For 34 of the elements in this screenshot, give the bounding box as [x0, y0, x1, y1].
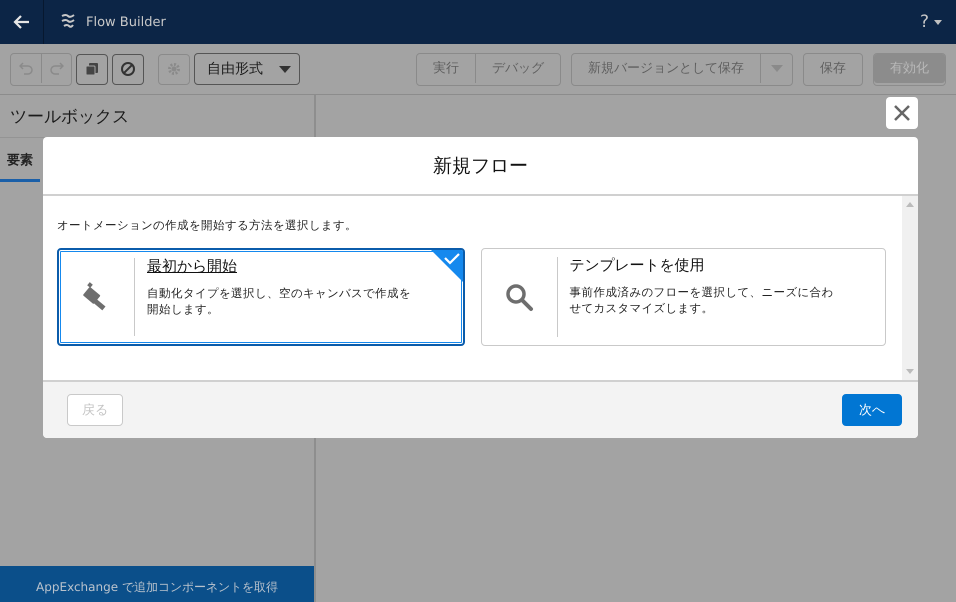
close-button[interactable] — [886, 97, 918, 129]
option-card[interactable]: テンプレートを使用 事前作成済みのフローを選択して、ニーズに合わせてカスタマイズします。 — [480, 248, 886, 346]
caret-icon — [770, 64, 782, 72]
help-menu[interactable]: ? — [920, 12, 942, 32]
appexchange-link[interactable]: AppExchange で追加コンポーネントを取得 — [0, 566, 314, 602]
modal-title: 新規フロー — [433, 154, 528, 178]
option-title: テンプレートを使用 — [570, 256, 706, 275]
stop-button[interactable] — [112, 54, 144, 84]
flow-logo-icon — [60, 13, 76, 31]
undo-icon — [19, 61, 33, 75]
scroll-up-icon[interactable] — [906, 202, 914, 207]
option-title: 最初から開始 — [147, 257, 238, 276]
next-button[interactable]: 次へ — [842, 394, 902, 426]
intro-text: オートメーションの作成を開始する方法を選択します。 — [57, 218, 358, 233]
caret-icon — [934, 20, 942, 24]
copy-button[interactable] — [76, 54, 108, 84]
close-icon — [893, 104, 911, 122]
check-icon — [430, 250, 462, 282]
option-card[interactable]: 最初から開始 自動化タイプを選択し、空のキャンバスで作成を開始します。 — [57, 248, 464, 346]
back-arrow-icon[interactable] — [12, 14, 30, 30]
settings-icon — [167, 62, 181, 76]
app-title: Flow Builder — [86, 14, 166, 30]
elements-tab[interactable]: 要素 — [0, 138, 40, 182]
search-icon — [504, 282, 534, 312]
option-description: 自動化タイプを選択し、空のキャンバスで作成を開始します。 — [147, 286, 412, 318]
caret-icon — [279, 66, 291, 72]
scrollbar[interactable] — [902, 196, 918, 380]
redo-icon — [50, 61, 64, 75]
settings-button[interactable] — [158, 54, 190, 84]
copy-icon — [85, 62, 99, 76]
option-description: 事前作成済みのフローを選択して、ニーズに合わせてカスタマイズします。 — [570, 285, 834, 316]
scroll-down-icon[interactable] — [906, 369, 914, 374]
mode-dropdown[interactable]: 自由形式 — [194, 53, 300, 85]
prohibited-icon — [120, 61, 136, 77]
